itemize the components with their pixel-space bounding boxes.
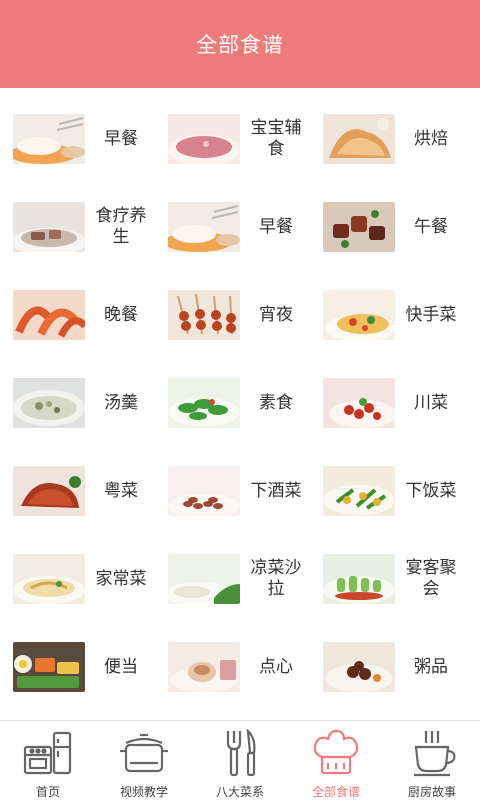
congee-photo xyxy=(323,642,395,692)
kitchen-icon xyxy=(22,729,74,777)
health-soup-photo xyxy=(13,202,85,252)
page-header: 全部食谱 xyxy=(0,0,480,88)
category-label: 粤菜 xyxy=(104,480,138,501)
tab-label: 厨房故事 xyxy=(407,785,456,799)
category-item[interactable]: 快手菜 xyxy=(310,264,470,352)
category-label: 午餐 xyxy=(414,216,448,237)
category-item[interactable]: 宝宝辅食 xyxy=(155,88,315,176)
category-label: 宴客聚会 xyxy=(405,558,457,599)
category-label: 宝宝辅食 xyxy=(250,118,302,159)
category-item[interactable]: 汤羹 xyxy=(0,352,160,440)
home-dish-photo xyxy=(13,554,85,604)
tab-label: 全部食谱 xyxy=(311,785,360,799)
category-item[interactable]: 宵夜 xyxy=(155,264,315,352)
tab-label: 视频教学 xyxy=(119,785,168,799)
category-label: 晚餐 xyxy=(104,304,138,325)
banquet-photo xyxy=(323,554,395,604)
baby-food-photo xyxy=(168,114,240,164)
category-label: 食疗养生 xyxy=(95,206,147,247)
category-item[interactable]: 烘焙 xyxy=(310,88,470,176)
category-item[interactable]: 下酒菜 xyxy=(155,440,315,528)
category-item[interactable]: 家常菜 xyxy=(0,528,160,616)
tab-video[interactable]: 视频教学 xyxy=(96,721,192,801)
sichuan-dish-photo xyxy=(323,378,395,428)
category-item[interactable]: 晚餐 xyxy=(0,264,160,352)
skewers-photo xyxy=(168,290,240,340)
tab-label: 首页 xyxy=(35,785,60,799)
vegetable-photo xyxy=(168,378,240,428)
dinner-shrimp-photo xyxy=(13,290,85,340)
category-item[interactable]: 粥品 xyxy=(310,616,470,704)
category-item[interactable]: 点心 xyxy=(155,616,315,704)
roast-duck-photo xyxy=(13,466,85,516)
peanuts-photo xyxy=(168,466,240,516)
category-label: 川菜 xyxy=(414,392,448,413)
breakfast-photo xyxy=(168,202,240,252)
category-label: 快手菜 xyxy=(405,304,457,325)
dim-sum-photo xyxy=(168,642,240,692)
cold-dish-photo xyxy=(168,554,240,604)
page-title: 全部食谱 xyxy=(196,33,284,57)
category-item[interactable]: 早餐 xyxy=(155,176,315,264)
category-item[interactable]: 凉菜沙拉 xyxy=(155,528,315,616)
category-label: 点心 xyxy=(259,656,293,677)
stir-fry-photo xyxy=(323,466,395,516)
bento-photo xyxy=(13,642,85,692)
category-label: 烘焙 xyxy=(414,128,448,149)
category-item[interactable]: 宴客聚会 xyxy=(310,528,470,616)
category-label: 凉菜沙拉 xyxy=(250,558,302,599)
chef-hat-icon xyxy=(310,729,362,777)
tab-label: 八大菜系 xyxy=(215,785,264,799)
category-label: 汤羹 xyxy=(104,392,138,413)
tab-home[interactable]: 首页 xyxy=(0,721,96,801)
category-item[interactable]: 便当 xyxy=(0,616,160,704)
tab-all-recipes[interactable]: 全部食谱 xyxy=(288,721,384,801)
baking-photo xyxy=(323,114,395,164)
category-grid: 早餐 宝宝辅食 烘焙 食疗养生 早餐 午餐 晚餐 宵夜 快手菜 汤羹 素食 川菜… xyxy=(0,88,480,720)
category-label: 早餐 xyxy=(104,128,138,149)
category-item[interactable]: 粤菜 xyxy=(0,440,160,528)
category-label: 下酒菜 xyxy=(250,480,302,501)
soup-photo xyxy=(13,378,85,428)
category-label: 素食 xyxy=(259,392,293,413)
category-item[interactable]: 川菜 xyxy=(310,352,470,440)
category-item[interactable]: 食疗养生 xyxy=(0,176,160,264)
category-label: 宵夜 xyxy=(259,304,293,325)
category-item[interactable]: 午餐 xyxy=(310,176,470,264)
category-label: 家常菜 xyxy=(95,568,147,589)
category-label: 粥品 xyxy=(414,656,448,677)
tab-cuisines[interactable]: 八大菜系 xyxy=(192,721,288,801)
coffee-cup-icon xyxy=(406,729,458,777)
breakfast-photo xyxy=(13,114,85,164)
category-item[interactable]: 素食 xyxy=(155,352,315,440)
tab-kitchen-stories[interactable]: 厨房故事 xyxy=(384,721,480,801)
quick-dish-photo xyxy=(323,290,395,340)
category-item[interactable]: 下饭菜 xyxy=(310,440,470,528)
bottom-tab-bar: 首页 视频教学 八大菜系 全部食谱 厨房故事 xyxy=(0,720,480,801)
category-label: 便当 xyxy=(104,656,138,677)
category-label: 下饭菜 xyxy=(405,480,457,501)
category-label: 早餐 xyxy=(259,216,293,237)
pot-icon xyxy=(118,729,170,777)
category-item[interactable]: 早餐 xyxy=(0,88,160,176)
fork-knife-icon xyxy=(214,729,266,777)
lunch-photo xyxy=(323,202,395,252)
